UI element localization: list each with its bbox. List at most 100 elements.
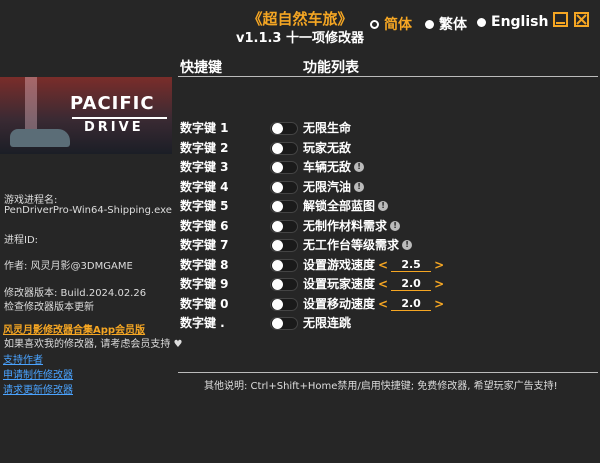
hotkey-label: 数字键 4 [180, 180, 229, 194]
cheat-label: 解锁全部蓝图 [303, 199, 376, 213]
lang-simplified[interactable]: 简体 [370, 14, 412, 34]
cheat-toggle[interactable] [270, 220, 298, 233]
toggle-knob [272, 260, 283, 271]
cheat-toggle[interactable] [270, 200, 298, 213]
toggle-knob [272, 123, 283, 134]
toggle-knob [272, 221, 283, 232]
cheat-toggle[interactable] [270, 278, 298, 291]
support-author-link[interactable]: 支持作者 [3, 351, 43, 366]
request-trainer-link[interactable]: 申请制作修改器 [3, 366, 73, 381]
cheat-function: 无制作材料需求! [303, 217, 401, 234]
minimize-button[interactable] [553, 12, 568, 27]
toggle-knob [272, 318, 283, 329]
lang-traditional[interactable]: 繁体 [425, 14, 467, 34]
decrease-arrow-icon[interactable]: < [378, 277, 388, 291]
cheat-function: 设置游戏速度 <2.5 > [303, 256, 444, 273]
hotkey-label: 数字键 . [180, 316, 225, 330]
cheat-label: 无工作台等级需求 [303, 238, 400, 252]
hotkey-label: 数字键 9 [180, 277, 229, 291]
toggle-knob [272, 143, 283, 154]
footer-note: 其他说明: Ctrl+Shift+Home禁用/启用快捷键; 免费修改器, 希望… [204, 381, 558, 392]
process-label: 游戏进程名: [4, 195, 58, 206]
lang-label: 繁体 [439, 17, 467, 33]
cheat-label: 无制作材料需求 [303, 219, 388, 233]
cheat-function: 无工作台等级需求! [303, 236, 413, 253]
warning-icon: ! [378, 200, 389, 211]
hotkey-label: 数字键 5 [180, 199, 229, 213]
hotkey-label: 数字键 8 [180, 258, 229, 272]
cheat-label: 无限连跳 [303, 316, 352, 330]
lang-label: 简体 [384, 17, 412, 33]
light-beam [25, 77, 37, 137]
toggle-knob [272, 240, 283, 251]
app-member-link[interactable]: 风灵月影修改器合集App会员版 [3, 321, 145, 336]
header-divider [178, 76, 598, 77]
banner-logo-rule [72, 117, 167, 119]
toggle-knob [272, 201, 283, 212]
hotkey-label: 数字键 1 [180, 121, 229, 135]
cheat-toggle[interactable] [270, 122, 298, 135]
column-function: 功能列表 [303, 60, 359, 76]
process-name: PenDriverPro-Win64-Shipping.exe [4, 205, 172, 216]
warning-icon: ! [390, 220, 401, 231]
radio-selected-icon [370, 19, 379, 29]
cheat-toggle[interactable] [270, 317, 298, 330]
hotkey-label: 数字键 3 [180, 160, 229, 174]
increase-arrow-icon[interactable]: > [434, 277, 444, 291]
cheat-label: 车辆无敌 [303, 160, 352, 174]
cheat-label: 设置移动速度 [303, 297, 376, 311]
cheat-toggle[interactable] [270, 298, 298, 311]
cheat-label: 设置游戏速度 [303, 258, 376, 272]
cheat-toggle[interactable] [270, 161, 298, 174]
lang-english[interactable]: English [477, 14, 548, 30]
column-hotkey: 快捷键 [180, 60, 222, 76]
request-update-link[interactable]: 请求更新修改器 [3, 381, 73, 396]
pid-label: 进程ID: [4, 235, 39, 246]
footer-divider [178, 372, 598, 373]
check-update-link[interactable]: 检查修改器版本更新 [4, 298, 94, 313]
warning-icon: ! [402, 239, 413, 250]
banner-logo-line1: PACIFIC [70, 93, 155, 114]
hotkey-label: 数字键 2 [180, 141, 229, 155]
radio-icon [425, 19, 434, 29]
cheat-toggle[interactable] [270, 239, 298, 252]
warning-icon: ! [354, 161, 365, 172]
cheat-label: 设置玩家速度 [303, 277, 376, 291]
hotkey-label: 数字键 6 [180, 219, 229, 233]
support-text-row: 如果喜欢我的修改器, 请考虑会员支持 ♥ [4, 335, 183, 350]
toggle-knob [272, 182, 283, 193]
cheat-function: 无限汽油! [303, 178, 365, 195]
cheat-function: 车辆无敌! [303, 158, 365, 175]
lang-label: English [491, 14, 549, 30]
close-button[interactable] [574, 12, 589, 27]
speed-value-input[interactable]: 2.0 [391, 277, 432, 291]
minimize-icon [556, 22, 565, 24]
toggle-knob [272, 162, 283, 173]
decrease-arrow-icon[interactable]: < [378, 297, 388, 311]
cheat-toggle[interactable] [270, 142, 298, 155]
cheat-toggle[interactable] [270, 259, 298, 272]
cheat-function: 设置移动速度 <2.0 > [303, 295, 444, 312]
game-banner: PACIFIC DRIVE [0, 77, 172, 154]
toggle-knob [272, 279, 283, 290]
toggle-knob [272, 299, 283, 310]
car-image [10, 129, 70, 147]
speed-value-input[interactable]: 2.5 [391, 258, 432, 272]
author-info: 作者: 风灵月影@3DMGAME [4, 261, 133, 272]
banner-logo-line2: DRIVE [84, 120, 144, 135]
cheat-function: 玩家无敌 [303, 139, 351, 156]
increase-arrow-icon[interactable]: > [434, 258, 444, 272]
cheat-toggle[interactable] [270, 181, 298, 194]
warning-icon: ! [354, 181, 365, 192]
speed-value-input[interactable]: 2.0 [391, 297, 432, 311]
cheat-label: 无限汽油 [303, 180, 352, 194]
hotkey-label: 数字键 7 [180, 238, 229, 252]
cheat-label: 玩家无敌 [303, 141, 352, 155]
close-icon [576, 14, 587, 25]
cheat-function: 解锁全部蓝图! [303, 197, 389, 214]
increase-arrow-icon[interactable]: > [434, 297, 444, 311]
support-text: 如果喜欢我的修改器, 请考虑会员支持 [4, 339, 171, 350]
cheat-label: 无限生命 [303, 121, 352, 135]
heart-icon: ♥ [173, 339, 183, 350]
decrease-arrow-icon[interactable]: < [378, 258, 388, 272]
